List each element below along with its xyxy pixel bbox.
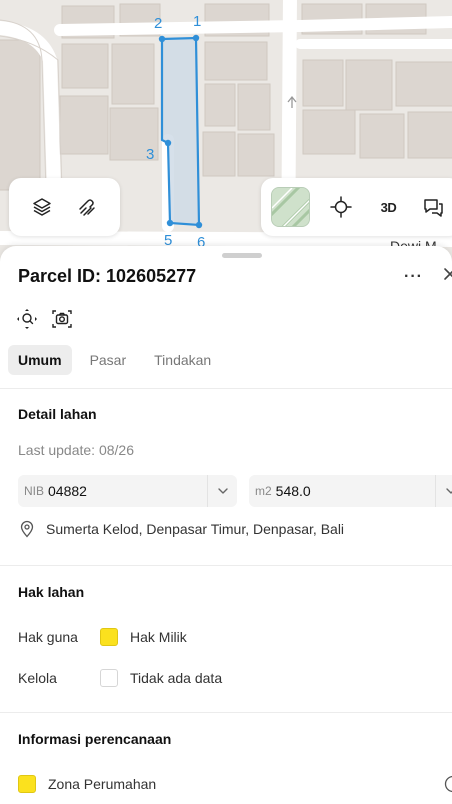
nib-select[interactable]: NIB 04882 (18, 475, 237, 507)
color-swatch (100, 669, 118, 687)
divider (0, 388, 452, 389)
chevron-down-icon (445, 488, 452, 494)
last-update-text: Last update: 08/26 (18, 442, 134, 458)
map-controls-right: 3D (261, 178, 452, 236)
rights-value: Hak Milik (130, 629, 187, 645)
rights-section-title: Hak lahan (18, 584, 85, 600)
area-select[interactable]: m2 548.0 (249, 475, 452, 507)
rights-label: Kelola (18, 670, 57, 686)
rights-row-hak-guna: Hak guna Hak Milik (18, 628, 187, 646)
rights-value: Tidak ada data (130, 670, 223, 686)
info-icon[interactable] (444, 775, 452, 793)
chevron-down-icon (217, 488, 228, 494)
area-prefix: m2 (255, 484, 272, 498)
address-row: Sumerta Kelod, Denpasar Timur, Denpasar,… (18, 520, 344, 538)
detail-section-title: Detail lahan (18, 406, 97, 422)
layers-button[interactable] (24, 189, 60, 225)
divider (0, 712, 452, 713)
location-pin-icon (20, 520, 34, 538)
vertex-label-1: 1 (193, 13, 202, 30)
divider (0, 565, 452, 566)
nib-value: 04882 (48, 483, 87, 499)
layers-icon (33, 198, 51, 216)
more-options-icon[interactable]: ··· (404, 268, 423, 286)
vertex-label-3: 3 (146, 146, 155, 163)
three-d-button[interactable]: 3D (371, 189, 406, 225)
area-value: 548.0 (275, 483, 311, 499)
parcel-sheet: Parcel ID: 102605277 ··· Umum Pasar Tind… (0, 246, 452, 804)
chat-icon (424, 199, 444, 217)
nib-prefix: NIB (24, 484, 45, 498)
screenshot-icon[interactable] (51, 308, 73, 330)
map-view[interactable]: 1 2 3 5 6 Dewi M (0, 0, 452, 262)
satellite-preview-icon (271, 188, 309, 226)
draw-button[interactable] (69, 189, 105, 225)
color-swatch (100, 628, 118, 646)
rights-label: Hak guna (18, 629, 78, 645)
sheet-grabber[interactable] (222, 253, 262, 258)
crosshair-icon (330, 196, 353, 218)
chat-button[interactable] (416, 189, 451, 225)
zone-color-swatch (18, 775, 36, 793)
vertex-label-2: 2 (154, 15, 163, 32)
draw-icon (79, 199, 95, 216)
locate-button[interactable] (324, 189, 359, 225)
tab-tindakan[interactable]: Tindakan (144, 345, 221, 375)
planning-section-title: Informasi perencanaan (18, 731, 172, 747)
tab-umum[interactable]: Umum (8, 345, 72, 375)
sheet-tabs: Umum Pasar Tindakan (8, 345, 221, 375)
tab-pasar[interactable]: Pasar (80, 345, 137, 375)
close-icon[interactable] (440, 264, 452, 284)
zone-label: Zona Perumahan (48, 776, 157, 792)
rights-row-kelola: Kelola Tidak ada data (18, 669, 222, 687)
map-controls-left (9, 178, 120, 236)
zone-row: Zona Perumahan (18, 775, 156, 793)
satellite-thumbnail[interactable] (271, 187, 310, 227)
address-text: Sumerta Kelod, Denpasar Timur, Denpasar,… (46, 521, 345, 537)
zoom-to-parcel-icon[interactable] (16, 308, 38, 330)
parcel-title: Parcel ID: 102605277 (18, 266, 197, 286)
